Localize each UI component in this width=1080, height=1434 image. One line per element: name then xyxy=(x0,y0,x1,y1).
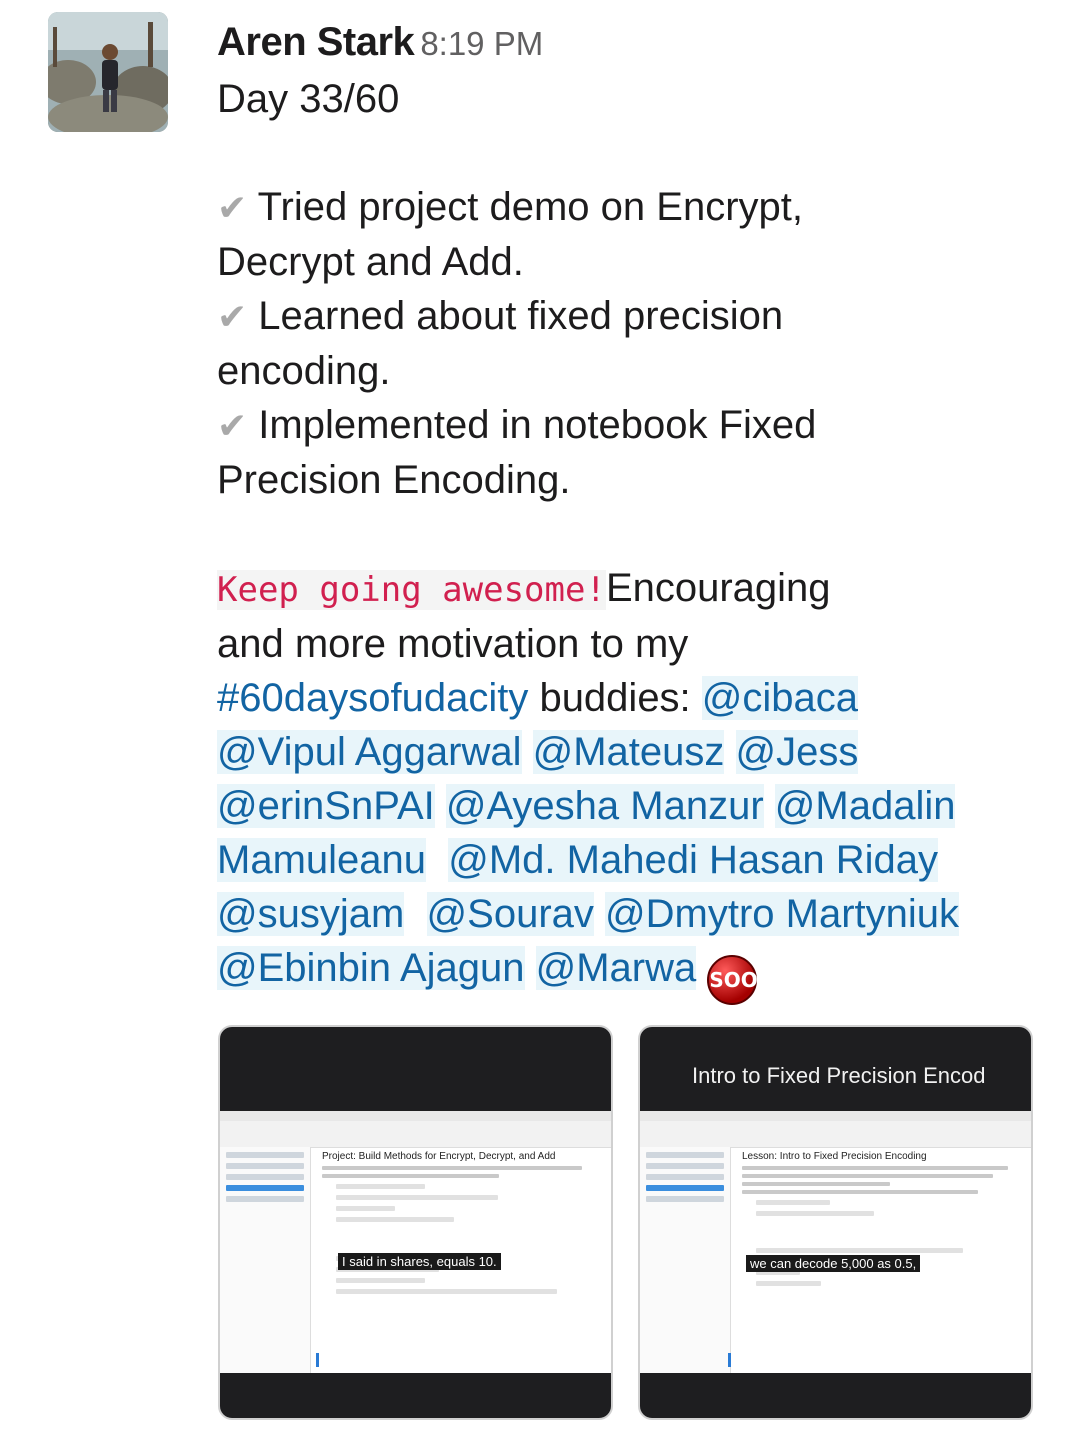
item-text: Implemented in notebook Fixed xyxy=(258,403,817,447)
menubar xyxy=(220,1111,611,1121)
mention[interactable]: @Dmytro Martyniuk xyxy=(605,892,959,936)
mention[interactable]: @Ebinbin Ajagun xyxy=(217,946,525,990)
mention[interactable]: @Ayesha Manzur xyxy=(445,784,764,828)
inline-code: Keep going awesome! xyxy=(217,570,606,610)
mention[interactable]: @Vipul Aggarwal xyxy=(217,730,522,774)
message-line: and more motivation to my xyxy=(217,622,689,666)
check-icon: ✔ xyxy=(217,187,248,228)
file-browser xyxy=(220,1147,311,1373)
author-name[interactable]: Aren Stark xyxy=(217,20,415,64)
image-attachment[interactable]: Project: Build Methods for Encrypt, Decr… xyxy=(218,1025,613,1420)
cursor xyxy=(728,1353,731,1367)
toolbar xyxy=(640,1121,1031,1148)
notebook-screenshot: Project: Build Methods for Encrypt, Decr… xyxy=(220,1111,611,1373)
checklist-item: ✔ Implemented in notebook Fixed xyxy=(217,398,1047,453)
message-header: Aren Stark 8:19 PM xyxy=(217,14,1047,72)
video-caption: I said in shares, equals 10. xyxy=(338,1253,501,1270)
mention[interactable]: @Sourav xyxy=(426,892,594,936)
item-text: Precision Encoding. xyxy=(217,458,571,502)
mention[interactable]: @Marwa xyxy=(535,946,697,990)
text: buddies: xyxy=(528,676,702,720)
timestamp[interactable]: 8:19 PM xyxy=(420,25,543,62)
message-line: @susyjam @Sourav @Dmytro Martyniuk xyxy=(217,887,1047,941)
text: Encouraging xyxy=(605,566,831,610)
message-line: Keep going awesome!Encouraging xyxy=(217,561,1047,617)
mention[interactable]: @erinSnPAI xyxy=(217,784,435,828)
checklist-item: ✔ Tried project demo on Encrypt, xyxy=(217,180,1047,235)
mention[interactable]: Mamuleanu xyxy=(217,838,427,882)
item-text: Tried project demo on Encrypt, xyxy=(257,185,803,229)
message-line: Mamuleanu @Md. Mahedi Hasan Riday xyxy=(217,833,1047,887)
mention[interactable]: @Madalin xyxy=(774,784,956,828)
file-browser xyxy=(640,1147,731,1373)
video-title: Intro to Fixed Precision Encod xyxy=(692,1063,986,1088)
message-line: @Ebinbin Ajagun @Marwa SOON xyxy=(217,941,1047,1005)
hashtag-link[interactable]: #60daysofudacity xyxy=(217,676,528,720)
notebook-title: Lesson: Intro to Fixed Precision Encodin… xyxy=(742,1151,927,1162)
mention[interactable]: @Jess xyxy=(735,730,859,774)
soon-emoji: SOON xyxy=(707,955,775,1005)
item-text: encoding. xyxy=(217,349,391,393)
day-line: Day 33/60 xyxy=(217,77,400,121)
message-line: @Vipul Aggarwal @Mateusz @Jess xyxy=(217,725,1047,779)
mention[interactable]: @Md. Mahedi Hasan Riday xyxy=(448,838,938,882)
avatar[interactable] xyxy=(48,12,168,132)
item-text: Decrypt and Add. xyxy=(217,240,524,284)
message-line: @erinSnPAI @Ayesha Manzur @Madalin xyxy=(217,779,1047,833)
notebook-screenshot: Lesson: Intro to Fixed Precision Encodin… xyxy=(640,1111,1031,1373)
checklist-item: ✔ Learned about fixed precision xyxy=(217,289,1047,344)
video-caption: we can decode 5,000 as 0.5, xyxy=(746,1255,921,1272)
item-text: Learned about fixed precision xyxy=(258,294,784,338)
toolbar xyxy=(220,1121,611,1148)
menubar xyxy=(640,1111,1031,1121)
cursor xyxy=(316,1353,319,1367)
check-icon: ✔ xyxy=(217,296,248,337)
image-attachment[interactable]: Intro to Fixed Precision Encod Lesson: I… xyxy=(638,1025,1033,1420)
mention[interactable]: @susyjam xyxy=(217,892,405,936)
message-line: #60daysofudacity buddies: @cibaca xyxy=(217,671,1047,725)
check-icon: ✔ xyxy=(217,405,248,446)
message: Aren Stark 8:19 PM Day 33/60 ✔ Tried proj… xyxy=(217,14,1047,1005)
mention[interactable]: @Mateusz xyxy=(532,730,725,774)
notebook-title: Project: Build Methods for Encrypt, Decr… xyxy=(322,1151,556,1162)
mention[interactable]: @cibaca xyxy=(701,676,859,720)
